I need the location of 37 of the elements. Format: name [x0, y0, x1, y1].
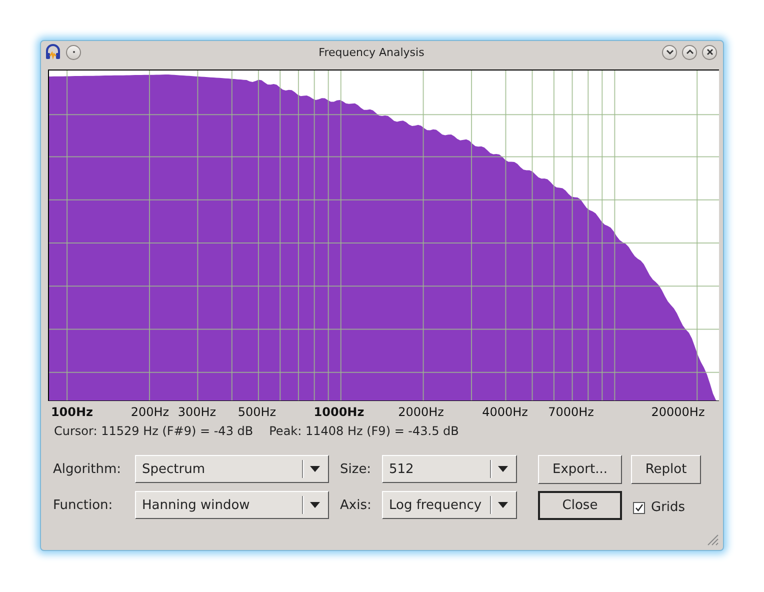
- axis-label: 2000Hz: [398, 405, 444, 419]
- axis-label: 200Hz: [130, 405, 170, 419]
- dropdown[interactable]: 512: [382, 455, 517, 483]
- window-menu-button[interactable]: [66, 44, 81, 60]
- resize-grip-icon[interactable]: [705, 532, 719, 546]
- dropdown-arrow-icon: [310, 466, 320, 472]
- peak-readout: Peak: 11408 Hz (F9) = -43.5 dB: [269, 424, 459, 438]
- checkbox-label[interactable]: Grids: [651, 500, 686, 515]
- field-label: Size:: [339, 462, 372, 477]
- headphones-icon: [45, 44, 61, 60]
- field-label: Algorithm:: [53, 462, 122, 477]
- axis-label: 7000Hz: [548, 405, 594, 419]
- maximize-button[interactable]: [682, 44, 697, 60]
- close-button[interactable]: [702, 44, 717, 60]
- cursor-readout: Cursor: 11529 Hz (F#9) = -43 dB: [54, 424, 254, 438]
- dropdown[interactable]: Hanning window: [135, 491, 329, 519]
- close-icon: [704, 47, 714, 57]
- dropdown-arrow-icon: [498, 502, 508, 508]
- checkbox[interactable]: [633, 502, 645, 514]
- dialog-button[interactable]: Replot: [631, 455, 701, 484]
- minimize-button[interactable]: [662, 44, 677, 60]
- window-title: Frequency Analysis: [318, 46, 426, 58]
- dropdown-arrow-icon: [310, 502, 320, 508]
- dialog-button[interactable]: Export...: [538, 455, 622, 484]
- chevron-down-icon: [664, 47, 674, 57]
- axis-label: 500Hz: [238, 405, 276, 419]
- axis-label: 300Hz: [178, 405, 216, 419]
- dropdown[interactable]: Log frequency: [382, 491, 517, 519]
- dropdown[interactable]: Spectrum: [135, 455, 329, 483]
- dropdown-arrow-icon: [498, 466, 508, 472]
- dialog-button[interactable]: Close: [538, 491, 622, 520]
- axis-label: 100Hz: [50, 405, 94, 419]
- field-label: Function:: [53, 498, 114, 513]
- field-label: Axis:: [339, 498, 372, 513]
- axis-label: 4000Hz: [482, 405, 528, 419]
- axis-label: 20000Hz: [651, 405, 705, 419]
- axis-label: 1000Hz: [314, 405, 364, 419]
